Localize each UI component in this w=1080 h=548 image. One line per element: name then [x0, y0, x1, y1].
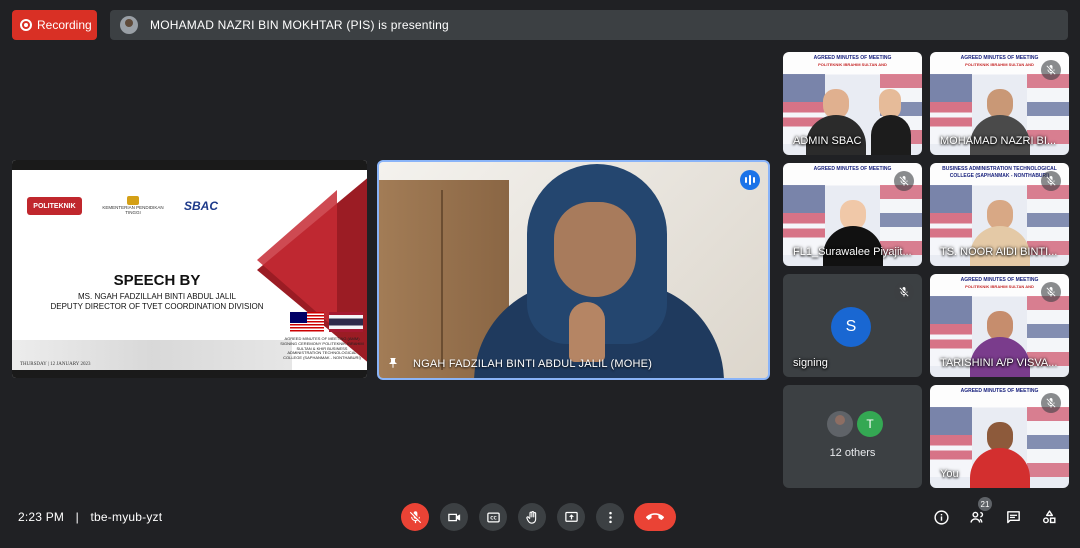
mic-off-icon [409, 510, 421, 523]
presenter-avatar [120, 16, 138, 34]
muted-mic-icon [1041, 60, 1061, 80]
activities-icon [1042, 509, 1056, 523]
closed-captions-icon: CC [486, 512, 500, 522]
participant-video [871, 85, 912, 155]
meeting-info: 2:23 PM | tbe-myub-yzt [18, 510, 162, 524]
slide-subtitle: MS. NGAH FADZILLAH BINTI ABDUL JALIL DEP… [12, 292, 302, 311]
tile-header: AGREED MINUTES OF MEETING POLITEKNIK IBRA… [783, 55, 922, 67]
presenting-banner: MOHAMAD NAZRI BIN MOKHTAR (PIS) is prese… [110, 10, 1068, 40]
others-count: 12 others [829, 447, 876, 459]
avatar: S [831, 307, 871, 347]
record-icon [20, 19, 32, 31]
slide-flags [290, 312, 363, 332]
avatar [827, 411, 853, 437]
participant-tile[interactable]: S signing [783, 274, 922, 377]
mic-toggle-button[interactable] [401, 503, 429, 531]
avatar: T [857, 411, 883, 437]
camera-toggle-button[interactable] [440, 503, 468, 531]
kpt-logo-text: KEMENTERIAN PENDIDIKAN TINGGI [102, 205, 164, 216]
recording-indicator[interactable]: Recording [12, 10, 97, 40]
presentation-tile[interactable]: POLITEKNIK KEMENTERIAN PENDIDIKAN TINGGI… [12, 160, 367, 378]
muted-mic-icon [1041, 171, 1061, 191]
speaking-indicator-icon [740, 170, 760, 190]
participant-name: MOHAMAD NAZRI BI... [940, 135, 1057, 147]
raise-hand-button[interactable] [518, 503, 546, 531]
more-options-button[interactable] [596, 503, 624, 531]
more-vert-icon [608, 511, 612, 523]
presenting-text: MOHAMAD NAZRI BIN MOKHTAR (PIS) is prese… [150, 18, 449, 32]
svg-text:CC: CC [490, 515, 496, 521]
chat-button[interactable] [1003, 507, 1023, 527]
participant-video [969, 418, 1030, 488]
present-screen-icon [564, 511, 578, 522]
politeknik-logo: POLITEKNIK [27, 197, 82, 215]
people-button[interactable] [967, 507, 987, 527]
recording-label: Recording [37, 18, 92, 32]
speaker-face [554, 202, 636, 297]
kpt-logo: KEMENTERIAN PENDIDIKAN TINGGI [98, 196, 168, 216]
participant-name: TS. NOOR AIDI BINTI... [940, 246, 1058, 258]
current-time: 2:23 PM [18, 510, 65, 524]
others-tile[interactable]: T 12 others [783, 385, 922, 488]
pin-icon[interactable] [387, 356, 399, 370]
separator: | [75, 510, 79, 524]
people-icon [969, 511, 983, 523]
slide-title: SPEECH BY [113, 272, 201, 289]
main-speaker-tile[interactable]: NGAH FADZILAH BINTI ABDUL JALIL (MOHE) [377, 160, 770, 380]
captions-button[interactable]: CC [479, 503, 507, 531]
hand-icon [525, 510, 536, 524]
slide-event-text: AGREED MINUTES OF MEETING (AMM) SIGNING … [280, 336, 364, 361]
participant-tile[interactable]: AGREED MINUTES OF MEETING POLITEKNIK IBRA… [783, 52, 922, 155]
end-call-icon [646, 513, 664, 520]
activities-button[interactable] [1039, 507, 1059, 527]
participant-tile[interactable]: BUSINESS ADMINISTRATION TECHNOLOGICAL CO… [930, 163, 1069, 266]
slide-subtitle-line2: DEPUTY DIRECTOR OF TVET COORDINATION DIV… [50, 301, 264, 311]
crest-icon [127, 196, 139, 206]
speaker-hands [569, 302, 605, 362]
present-screen-button[interactable] [557, 503, 585, 531]
muted-mic-icon [1041, 393, 1061, 413]
self-tile[interactable]: AGREED MINUTES OF MEETING You [930, 385, 1069, 488]
muted-mic-icon [894, 282, 914, 302]
participant-body [871, 115, 912, 155]
participant-tile[interactable]: AGREED MINUTES OF MEETING POLITEKNIK IBRA… [930, 274, 1069, 377]
thailand-flag-icon [329, 312, 363, 332]
participant-name: You [940, 468, 959, 480]
participant-tile[interactable]: AGREED MINUTES OF MEETING FL1_Surawalee … [783, 163, 922, 266]
participant-name: FL1_Surawalee Piyajit... [793, 246, 912, 258]
camera-icon [447, 513, 460, 521]
muted-mic-icon [1041, 282, 1061, 302]
chat-icon [1006, 510, 1020, 523]
others-avatars: T [827, 411, 883, 437]
participant-body [969, 448, 1030, 488]
participant-name: TARISHINI A/P VISVA... [940, 357, 1058, 369]
slide-top-band [12, 160, 367, 170]
sbac-logo: SBAC [184, 199, 219, 213]
slide-subtitle-line1: MS. NGAH FADZILLAH BINTI ABDUL JALIL [78, 292, 236, 301]
muted-mic-icon [894, 171, 914, 191]
tile-header-line: POLITEKNIK IBRAHIM SULTAN AND [818, 61, 887, 67]
meeting-details-button[interactable] [931, 507, 951, 527]
info-icon [933, 509, 949, 525]
slide-bottom-band [12, 370, 367, 378]
slide-logos: POLITEKNIK KEMENTERIAN PENDIDIKAN TINGGI… [27, 196, 218, 216]
participant-name: signing [793, 357, 828, 369]
participant-tile[interactable]: AGREED MINUTES OF MEETING POLITEKNIK IBRA… [930, 52, 1069, 155]
slide-date: THURSDAY | 12 JANUARY 2023 [20, 362, 91, 367]
participant-name: ADMIN SBAC [793, 135, 862, 147]
leave-call-button[interactable] [634, 503, 676, 531]
meeting-code: tbe-myub-yzt [90, 510, 163, 524]
malaysia-flag-icon [290, 312, 324, 332]
main-speaker-name: NGAH FADZILAH BINTI ABDUL JALIL (MOHE) [413, 358, 653, 370]
tile-header-line: AGREED MINUTES OF MEETING [813, 55, 892, 61]
